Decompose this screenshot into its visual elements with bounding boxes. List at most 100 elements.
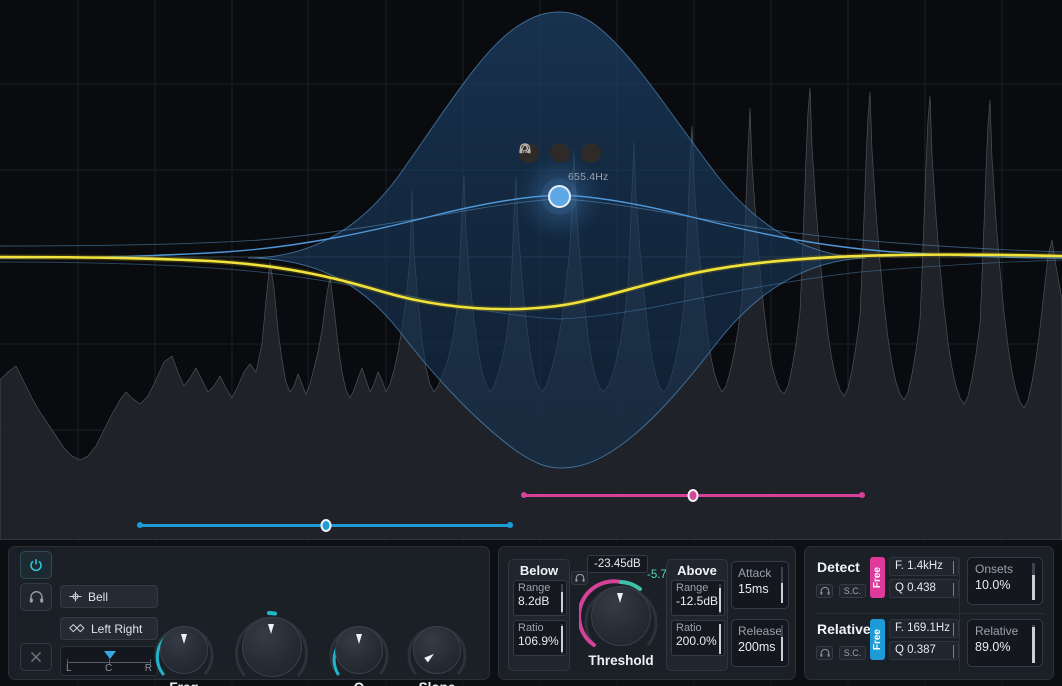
relative-amount-field[interactable]: Relative 89.0% <box>967 619 1043 667</box>
below-ratio-scrollbar[interactable] <box>561 624 563 654</box>
detect-range-slider[interactable] <box>521 489 865 501</box>
detect-freq-value: F. 1.4kHz <box>895 560 943 572</box>
stereo-channel-icon <box>69 624 85 633</box>
relative-amount-value: 89.0% <box>968 638 1042 654</box>
detect-mode-label: Free <box>872 567 883 588</box>
detect-slider-cap-left <box>521 492 527 498</box>
release-field[interactable]: Release 200ms <box>731 619 789 667</box>
gain-knob-group: Gain <box>232 612 312 686</box>
q-knob[interactable] <box>331 622 387 678</box>
band-remove-button[interactable] <box>20 643 52 671</box>
relative-listen-button[interactable] <box>816 646 833 660</box>
above-range-scrollbar[interactable] <box>719 584 721 614</box>
relative-amount-label: Relative <box>968 620 1042 638</box>
plugin-window: 655.4Hz <box>0 0 1062 686</box>
band-frequency-readout: 655.4Hz <box>568 171 609 183</box>
relative-mode-tab[interactable]: Free <box>870 619 885 660</box>
dynamics-panel: Below Range 8.2dB Ratio 106.9% -23.45dB <box>498 546 796 680</box>
below-ratio-value: 106.9% <box>514 634 566 648</box>
bell-shape-icon[interactable] <box>581 143 601 163</box>
above-range-value: -12.5dB <box>672 594 724 608</box>
attack-value: 15ms <box>732 580 788 596</box>
relative-slider-handle[interactable] <box>321 519 332 532</box>
threshold-value[interactable]: -23.45dB <box>587 555 648 573</box>
above-range-label: Range <box>672 581 724 594</box>
eq-graph <box>0 0 1062 540</box>
threshold-knob-group: Threshold <box>581 581 661 668</box>
filter-shape-label: Bell <box>88 590 108 604</box>
bell-shape-glyph <box>519 143 531 154</box>
relative-mode-label: Free <box>872 629 883 650</box>
relative-q-slider-mark <box>953 645 954 658</box>
channel-mode-selector[interactable]: Left Right <box>60 617 158 640</box>
headphone-icon[interactable] <box>550 143 570 163</box>
below-ratio-field[interactable]: Ratio 106.9% <box>513 620 567 656</box>
release-scrollbar[interactable] <box>781 625 783 661</box>
band-action-icons <box>519 143 601 163</box>
relative-freq-value: F. 169.1Hz <box>895 622 950 634</box>
power-icon <box>29 558 43 572</box>
slope-knob[interactable] <box>409 622 465 678</box>
below-ratio-label: Ratio <box>514 621 566 634</box>
above-ratio-field[interactable]: Ratio 200.0% <box>671 620 725 656</box>
q-knob-group: Q <box>327 622 391 686</box>
detect-mode-tab[interactable]: Free <box>870 557 885 598</box>
release-label: Release <box>732 620 788 638</box>
slope-knob-group: Slope <box>405 622 469 686</box>
relative-slider-cap-left <box>137 522 143 528</box>
detect-slider-cap-right <box>859 492 865 498</box>
relative-slider-cap-right <box>507 522 513 528</box>
channel-mode-label: Left Right <box>91 622 142 636</box>
relative-freq-field[interactable]: F. 169.1Hz <box>889 619 959 638</box>
detect-amount-scrollbar[interactable] <box>1032 563 1035 600</box>
above-section: Above Range -12.5dB Ratio 200.0% <box>666 559 728 671</box>
headphone-icon <box>820 587 830 595</box>
threshold-knob[interactable] <box>586 581 656 651</box>
detect-q-slider-mark <box>953 583 954 596</box>
below-range-label: Range <box>514 581 566 594</box>
detect-freq-field[interactable]: F. 1.4kHz <box>889 557 959 576</box>
relative-row: Relative S.C. Free F. 169.1Hz <box>805 609 1055 675</box>
below-range-field[interactable]: Range 8.2dB <box>513 580 567 616</box>
pan-handle[interactable] <box>104 651 116 659</box>
band-control-point[interactable] <box>548 185 571 208</box>
pan-slider[interactable]: L C R <box>60 646 158 676</box>
attack-label: Attack <box>732 562 788 580</box>
below-title: Below <box>509 560 569 578</box>
headphone-icon <box>29 591 44 603</box>
above-title: Above <box>667 560 727 578</box>
detect-freq-slider-mark <box>953 561 954 574</box>
pan-label-center: C <box>105 663 112 674</box>
above-ratio-value: 200.0% <box>672 634 724 648</box>
bell-filter-icon <box>69 591 82 602</box>
detect-amount-field[interactable]: Onsets 10.0% <box>967 557 1043 605</box>
detect-amount-value: 10.0% <box>968 576 1042 592</box>
below-range-scrollbar[interactable] <box>561 584 563 614</box>
attack-field[interactable]: Attack 15ms <box>731 561 789 609</box>
band-power-button[interactable] <box>20 551 52 579</box>
band-listen-button[interactable] <box>20 583 52 611</box>
eq-spectrum-display[interactable]: 655.4Hz <box>0 0 1062 540</box>
above-range-field[interactable]: Range -12.5dB <box>671 580 725 616</box>
relative-sidechain-button[interactable]: S.C. <box>839 646 866 660</box>
relative-range-slider[interactable] <box>137 519 513 531</box>
band-button-rail <box>18 547 56 681</box>
freq-knob[interactable] <box>156 622 212 678</box>
detect-row: Detect S.C. Free F. 1.4kHz <box>805 547 1055 613</box>
detect-listen-button[interactable] <box>816 584 833 598</box>
filter-shape-selector[interactable]: Bell <box>60 585 158 608</box>
above-ratio-scrollbar[interactable] <box>719 624 721 654</box>
detect-q-value: Q 0.438 <box>895 582 936 594</box>
detect-slider-handle[interactable] <box>688 489 699 502</box>
detect-sidechain-button[interactable]: S.C. <box>839 584 866 598</box>
freq-knob-group: Freq <box>148 622 220 686</box>
relative-freq-slider-mark <box>953 623 954 636</box>
relative-amount-scrollbar[interactable] <box>1032 625 1035 662</box>
above-ratio-label: Ratio <box>672 621 724 634</box>
relative-q-field[interactable]: Q 0.387 <box>889 641 959 660</box>
below-range-value: 8.2dB <box>514 594 566 608</box>
gain-knob[interactable] <box>237 612 307 682</box>
release-value: 200ms <box>732 638 788 654</box>
detect-q-field[interactable]: Q 0.438 <box>889 579 959 598</box>
attack-scrollbar[interactable] <box>781 567 783 603</box>
